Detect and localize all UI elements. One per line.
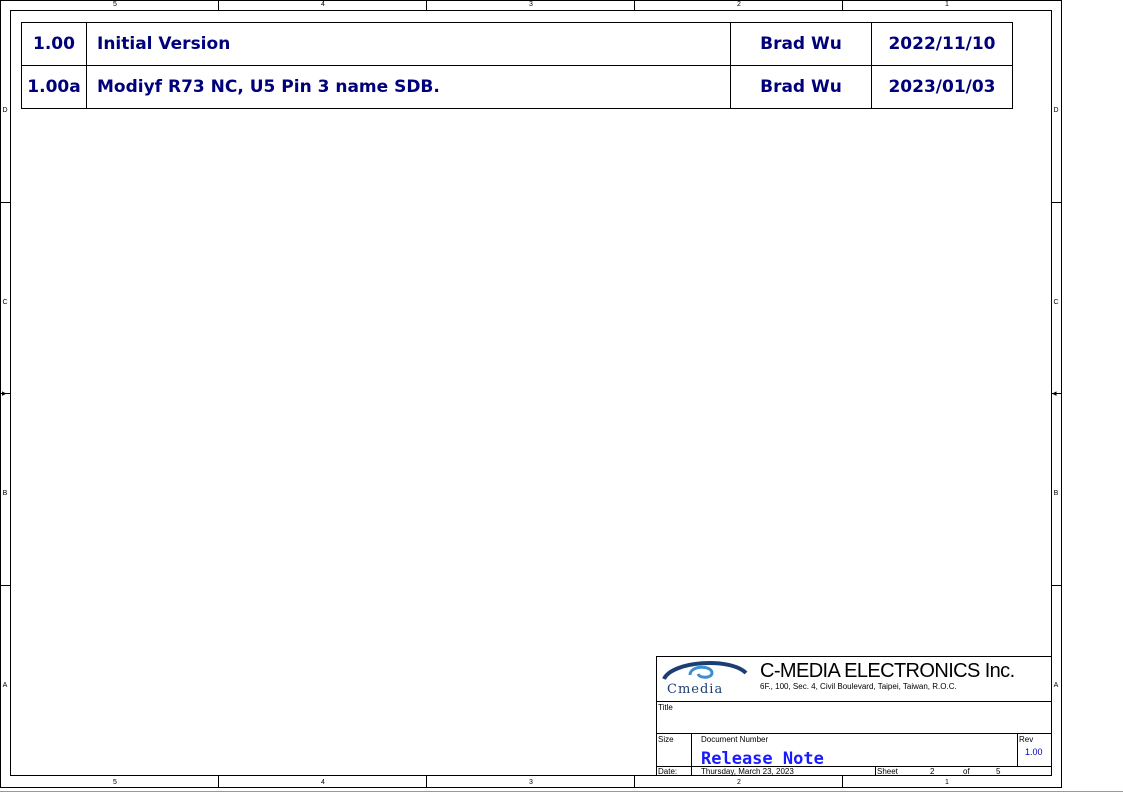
company-name: C-MEDIA ELECTRONICS Inc. [760, 660, 1015, 682]
zone-tick [218, 776, 219, 788]
revision-version: 1.00a [21, 65, 87, 109]
revision-author: Brad Wu [730, 22, 872, 66]
revision-date: 2023/01/03 [871, 65, 1013, 109]
title-block-divider [1017, 733, 1018, 766]
title-block: Cmedia C-MEDIA ELECTRONICS Inc. 6F., 100… [656, 656, 1052, 776]
center-arrow-icon: ◂ [1052, 388, 1057, 398]
zone-tick [218, 0, 219, 10]
column-label: 1 [945, 1, 949, 8]
row-label: C [1053, 299, 1059, 306]
document-title: Release Note [701, 749, 824, 769]
revision-description: Initial Version [86, 22, 731, 66]
column-label: 2 [737, 779, 741, 786]
title-block-divider [691, 733, 692, 775]
zone-tick [842, 0, 843, 10]
table-row: 1.00 Initial Version Brad Wu 2022/11/10 [21, 22, 1013, 66]
row-label: B [2, 490, 8, 497]
row-label: C [2, 299, 8, 306]
page-bottom-rule [0, 791, 1123, 792]
date-label: Date: [658, 767, 678, 776]
zone-tick [426, 0, 427, 10]
column-label: 2 [737, 1, 741, 8]
column-label: 4 [321, 779, 325, 786]
sheet-number: 2 [930, 767, 935, 776]
size-label: Size [658, 735, 674, 744]
doc-number-label: Document Number [701, 735, 769, 744]
zone-tick [0, 585, 10, 586]
of-label: of [963, 767, 970, 776]
row-label: A [2, 682, 8, 689]
column-label: 4 [321, 1, 325, 8]
zone-tick [1052, 585, 1062, 586]
title-block-divider [657, 701, 1051, 702]
company-address: 6F., 100, Sec. 4, Civil Boulevard, Taipe… [760, 682, 957, 691]
zone-tick [426, 776, 427, 788]
logo-wordmark: Cmedia [667, 682, 724, 697]
title-block-divider [875, 766, 876, 775]
zone-tick [842, 776, 843, 788]
center-arrow-icon: ▸ [2, 388, 7, 398]
revision-history-table: 1.00 Initial Version Brad Wu 2022/11/10 … [21, 22, 1013, 109]
sheet-label: Sheet [877, 767, 898, 776]
column-label: 5 [113, 1, 117, 8]
title-block-divider [657, 733, 1051, 734]
column-label: 5 [113, 779, 117, 786]
rev-value: 1.00 [1025, 747, 1043, 757]
rev-label: Rev [1019, 735, 1034, 744]
row-label: D [1053, 107, 1059, 114]
zone-tick [634, 776, 635, 788]
sheet-total: 5 [996, 767, 1001, 776]
column-label: 1 [945, 779, 949, 786]
column-label: 3 [529, 1, 533, 8]
revision-author: Brad Wu [730, 65, 872, 109]
zone-tick [0, 202, 10, 203]
zone-tick [1052, 202, 1062, 203]
row-label: D [2, 107, 8, 114]
row-label: B [1053, 490, 1059, 497]
revision-description: Modiyf R73 NC, U5 Pin 3 name SDB. [86, 65, 731, 109]
zone-tick [634, 0, 635, 10]
cmedia-swirl-icon [662, 661, 748, 681]
title-label: Title [658, 703, 673, 712]
date-value: Thursday, March 23, 2023 [701, 767, 794, 776]
revision-version: 1.00 [21, 22, 87, 66]
column-label: 3 [529, 779, 533, 786]
table-row: 1.00a Modiyf R73 NC, U5 Pin 3 name SDB. … [21, 65, 1013, 109]
revision-date: 2022/11/10 [871, 22, 1013, 66]
